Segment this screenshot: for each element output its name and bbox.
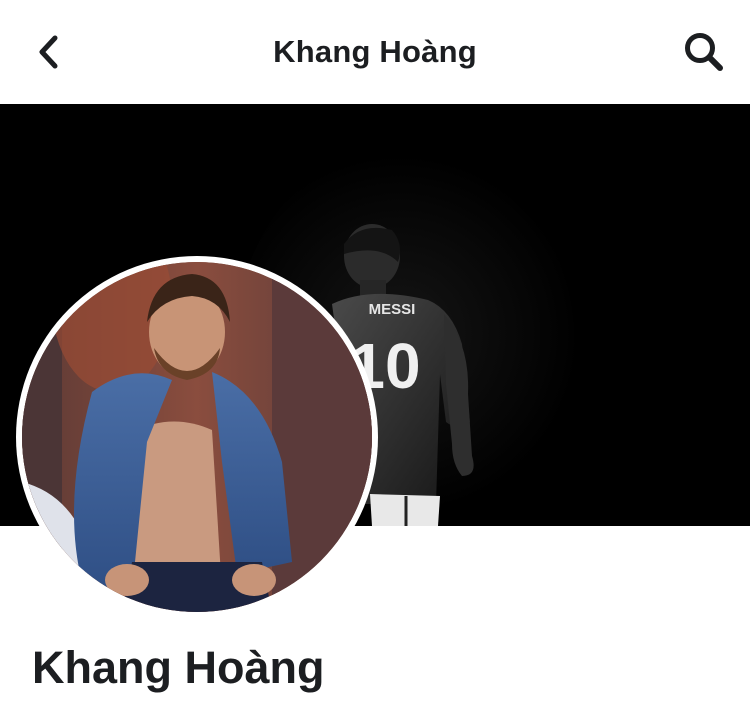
avatar (22, 262, 372, 612)
search-button[interactable] (678, 26, 730, 78)
avatar-image (22, 262, 372, 612)
top-nav-bar: Khang Hoàng (0, 0, 750, 104)
profile-picture[interactable] (16, 256, 378, 618)
search-icon (685, 33, 723, 71)
profile-name: Khang Hoàng (32, 642, 325, 693)
jersey-name: MESSI (369, 301, 416, 318)
nav-title: Khang Hoàng (273, 34, 477, 69)
profile-screen: Khang Hoàng MESSI 10 Khang Hoàng (0, 0, 750, 725)
